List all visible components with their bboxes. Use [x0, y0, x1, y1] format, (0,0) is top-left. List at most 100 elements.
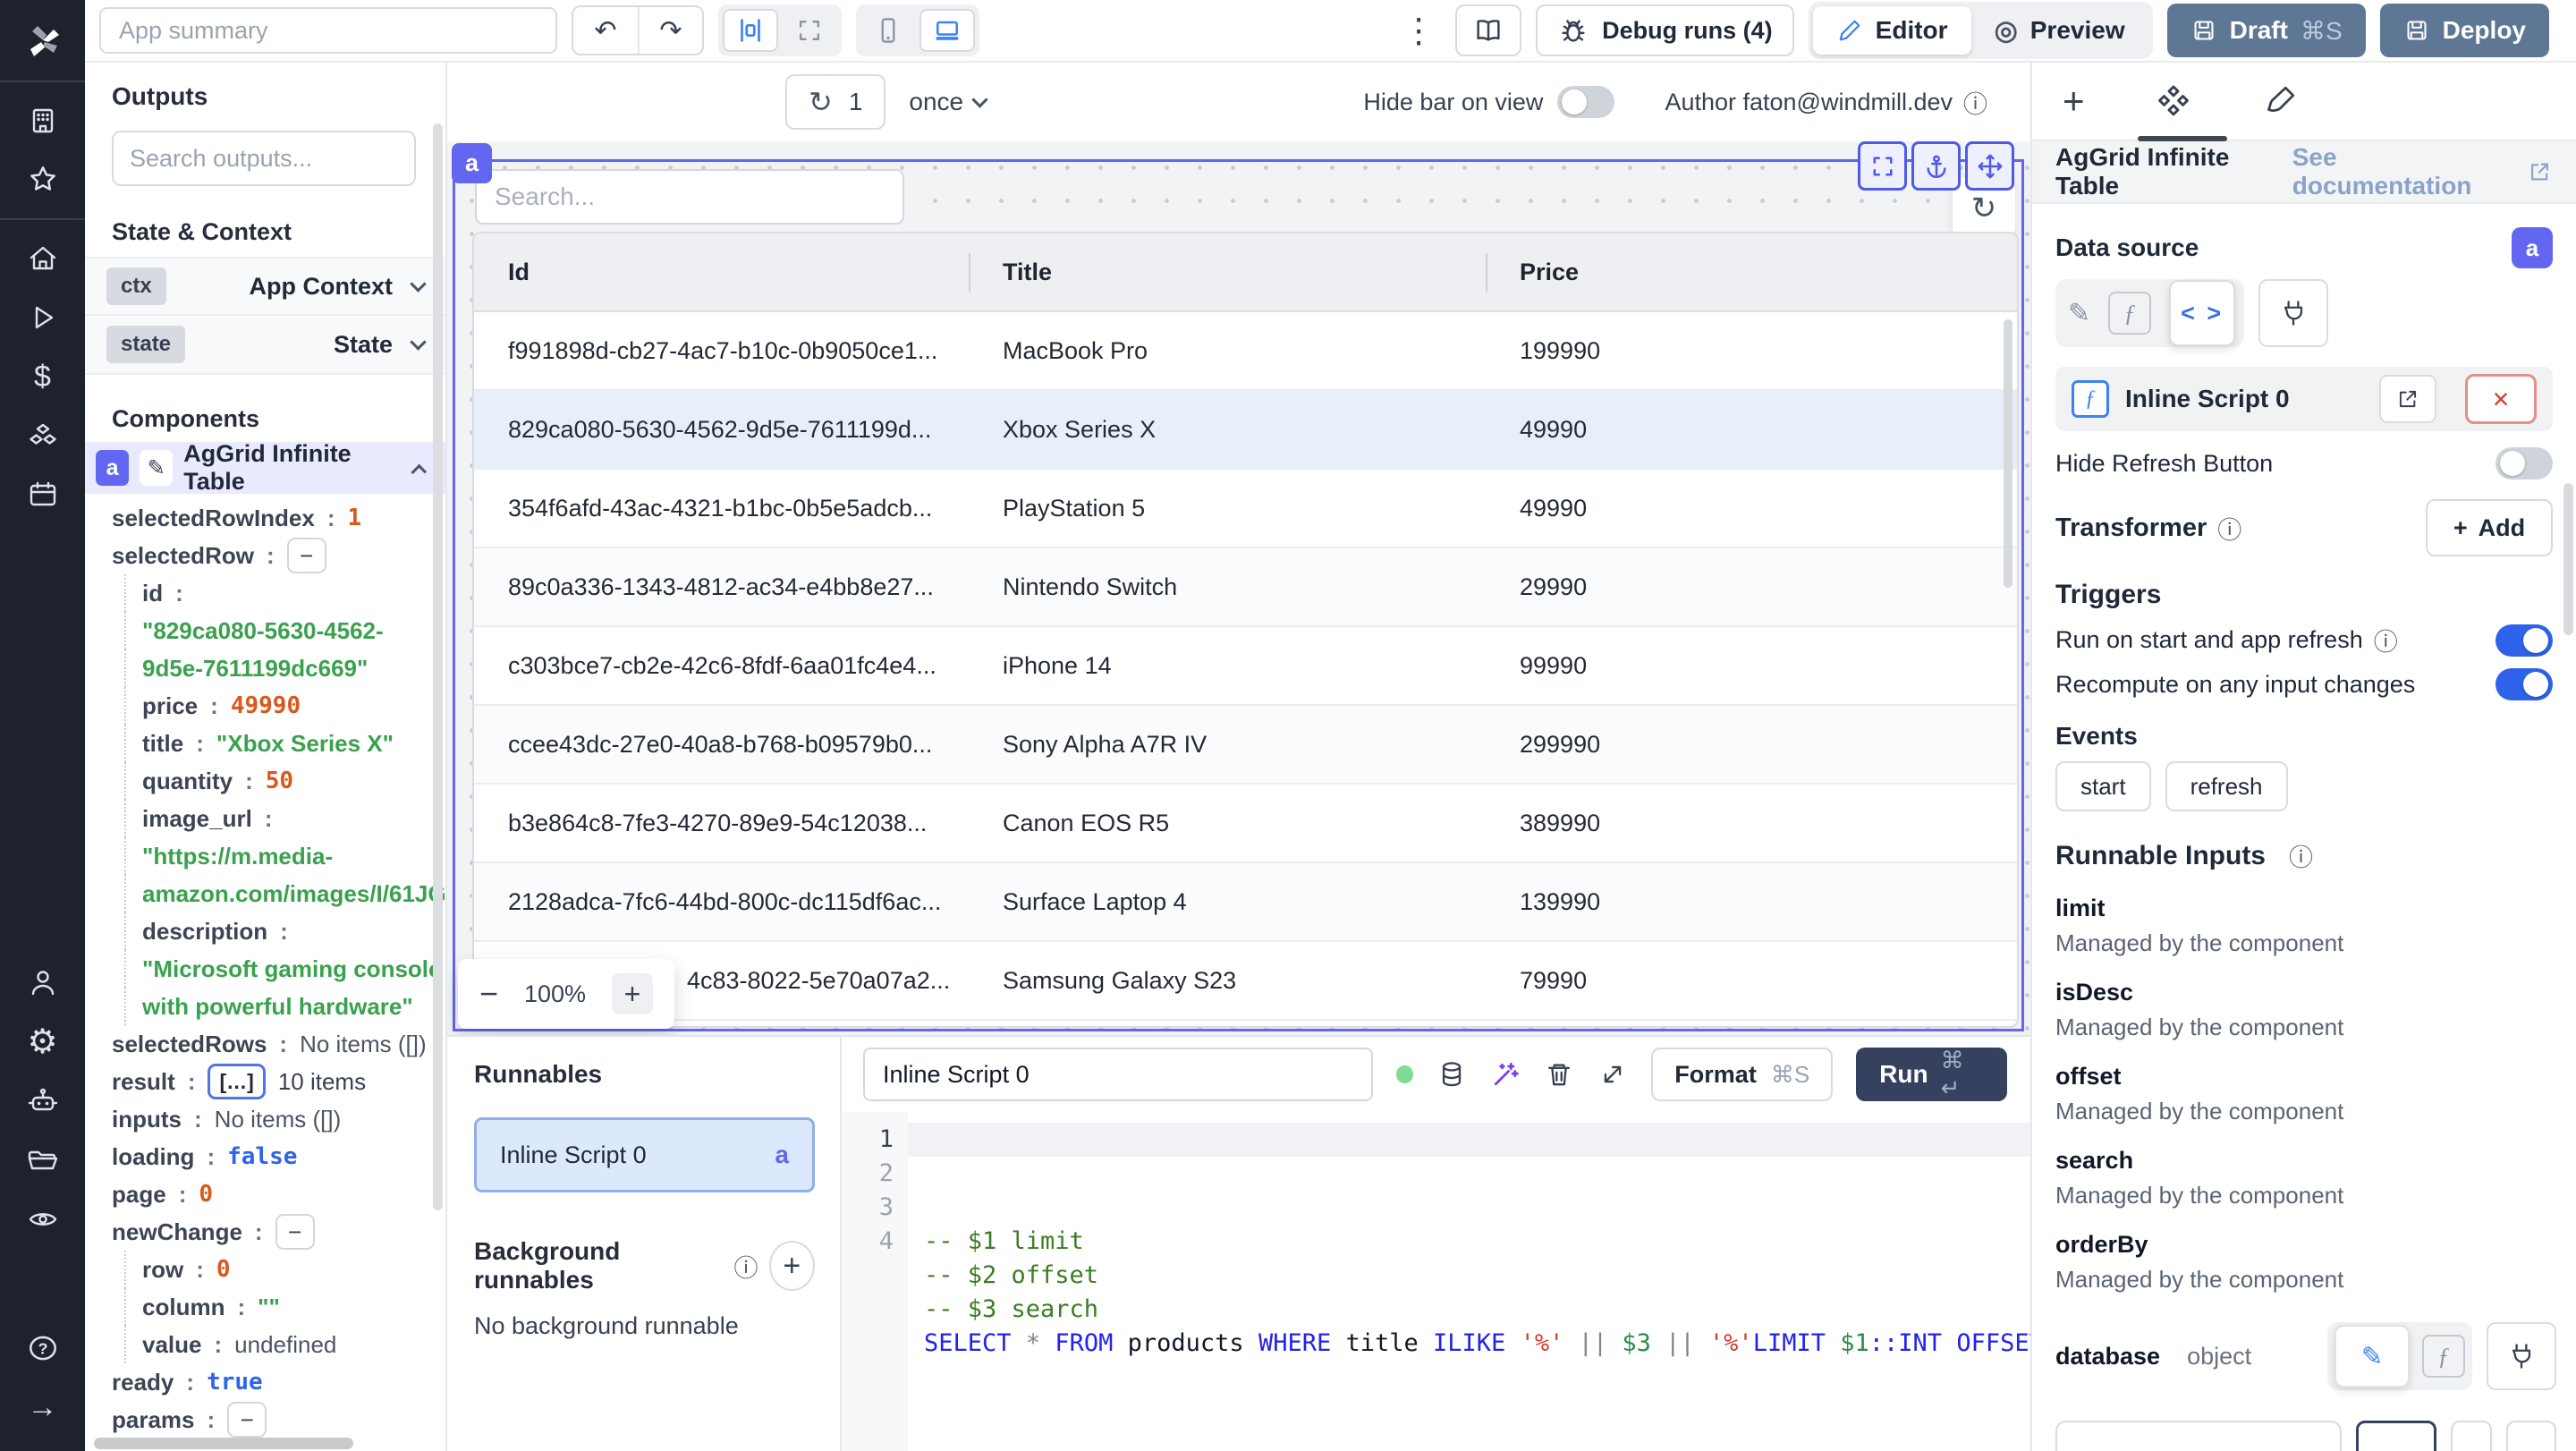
fullwidth-layout-button[interactable] — [782, 9, 837, 52]
database-value-input[interactable] — [2055, 1421, 2342, 1451]
desktop-view-button[interactable] — [919, 9, 975, 52]
tab-preview[interactable]: ◎ Preview — [1971, 6, 2148, 55]
table-row[interactable]: 89c0a336-1343-4812-ac34-e4bb8e27... Ninte… — [474, 548, 2017, 627]
output-tree-row[interactable]: description: — [124, 912, 445, 950]
output-tree-row[interactable]: "829ca080-5630-4562- — [124, 612, 445, 649]
zoom-out-button[interactable]: − — [479, 975, 498, 1013]
run-button[interactable]: Run ⌘ ↵ — [1856, 1047, 2007, 1101]
component-canvas-badge[interactable]: a — [452, 143, 492, 183]
inline-code-icon[interactable]: < > — [2169, 280, 2236, 346]
code-line[interactable]: SELECT * FROM products WHERE title ILIKE… — [908, 1327, 2030, 1361]
output-tree-row[interactable]: "https://m.media- — [124, 837, 445, 875]
aggrid-component[interactable]: ↻ Id Title Price f991898d-cb27-4ac7-b10c… — [453, 159, 2024, 1031]
output-tree-row[interactable]: amazon.com/images/I/61JGKho — [124, 875, 445, 912]
column-header-title[interactable]: Title — [969, 233, 1486, 310]
database-option-selected[interactable] — [2356, 1421, 2436, 1451]
table-row[interactable]: f991898d-cb27-4ac7-b10c-0b9050ce1... MacB… — [474, 312, 2017, 391]
deploy-button[interactable]: Deploy — [2379, 4, 2549, 57]
output-tree-row[interactable]: selectedRows: No items ([]) — [112, 1025, 445, 1063]
table-row[interactable]: ccee43dc-27e0-40a8-b768-b09579b0... Sony … — [474, 706, 2017, 785]
recompute-toggle[interactable] — [2496, 668, 2553, 700]
output-tree-row[interactable]: loading: false — [112, 1138, 445, 1175]
output-tree-row[interactable]: 9d5e-7611199dc669" — [124, 649, 445, 687]
settings-gear-icon[interactable]: ⚙ — [21, 1020, 65, 1065]
state-row[interactable]: state State — [85, 316, 445, 375]
output-tree-row[interactable]: title: "Xbox Series X" — [124, 725, 445, 762]
collapse-chip[interactable]: − — [227, 1402, 267, 1438]
output-tree-row[interactable]: inputs: No items ([]) — [112, 1100, 445, 1138]
debug-runs-button[interactable]: Debug runs (4) — [1536, 4, 1794, 56]
runnable-item-inline-script-0[interactable]: Inline Script 0 a — [474, 1117, 815, 1192]
template-function-icon[interactable]: ƒ — [2108, 292, 2152, 335]
run-on-start-toggle[interactable] — [2496, 624, 2553, 657]
component-expand-button[interactable] — [1858, 141, 1907, 191]
runs-icon[interactable] — [21, 295, 65, 340]
table-row[interactable]: b3e864c8-7fe3-4270-89e9-54c12038... Canon… — [474, 785, 2017, 863]
delete-trash-icon[interactable] — [1544, 1058, 1574, 1090]
column-header-id[interactable]: Id — [474, 233, 969, 310]
static-pencil-icon[interactable]: ✎ — [2068, 298, 2090, 329]
collapse-sidebar-icon[interactable]: → — [21, 1385, 65, 1430]
outputs-horizontal-scrollbar[interactable] — [94, 1438, 353, 1449]
output-tree-row[interactable]: value: undefined — [124, 1326, 445, 1363]
code-line[interactable]: -- $3 search — [908, 1293, 2030, 1327]
folders-icon[interactable] — [21, 1138, 65, 1183]
collapse-chip[interactable]: − — [275, 1214, 315, 1250]
audit-eye-icon[interactable] — [21, 1197, 65, 1242]
workers-robot-icon[interactable] — [21, 1079, 65, 1124]
output-tree-row[interactable]: result: […] 10 items — [112, 1063, 445, 1100]
table-row[interactable]: 4c83-8022-5e70a07a2... Samsung Galaxy S23… — [474, 942, 2017, 1021]
output-tree-row[interactable]: params: − — [112, 1401, 445, 1438]
table-search-input[interactable] — [475, 169, 904, 225]
table-scrollbar[interactable] — [2004, 319, 2012, 588]
favorites-star-icon[interactable] — [21, 157, 65, 202]
connect-plug-button[interactable] — [2487, 1322, 2556, 1390]
code-line[interactable]: -- $1 limit — [908, 1225, 2030, 1259]
info-icon[interactable]: ⓘ — [2374, 623, 2398, 658]
app-summary-input[interactable] — [99, 7, 557, 54]
home-icon[interactable] — [21, 236, 65, 281]
output-tree-row[interactable]: quantity:50 — [124, 762, 445, 800]
hide-bar-toggle[interactable] — [1557, 86, 1615, 118]
see-documentation-link[interactable]: See documentation — [2292, 143, 2516, 200]
output-tree-row[interactable]: selectedRow: − — [112, 537, 445, 574]
output-tree-row[interactable]: id: — [124, 574, 445, 612]
expand-editor-icon[interactable] — [1597, 1058, 1628, 1090]
more-menu-icon[interactable]: ⋮ — [1396, 11, 1441, 51]
windmill-logo-icon[interactable] — [21, 20, 65, 64]
app-canvas[interactable]: a ↻ Id Title Price f991898d-cb27-4ac7-b1… — [447, 141, 2030, 1035]
connect-plug-button[interactable] — [2258, 279, 2329, 347]
external-link-icon[interactable] — [2527, 158, 2553, 185]
rename-pencil-icon[interactable]: ✎ — [140, 450, 174, 486]
open-script-button[interactable] — [2379, 375, 2436, 423]
column-header-price[interactable]: Price — [1486, 233, 2017, 310]
hide-refresh-toggle[interactable] — [2496, 447, 2553, 479]
undo-button[interactable]: ↶ — [573, 7, 638, 54]
output-tree-row[interactable]: image_url: — [124, 800, 445, 837]
expand-array-chip[interactable]: […] — [208, 1064, 266, 1099]
docs-book-button[interactable] — [1455, 4, 1522, 56]
table-row[interactable]: 829ca080-5630-4562-9d5e-7611199d... Xbox … — [474, 391, 2017, 470]
tab-styling-brush[interactable] — [2262, 83, 2298, 119]
schedules-icon[interactable] — [21, 472, 65, 517]
tab-component-settings[interactable] — [2155, 82, 2192, 120]
output-tree-row[interactable]: with powerful hardware" — [124, 988, 445, 1025]
component-row-aggrid[interactable]: a ✎ AgGrid Infinite Table — [85, 440, 445, 495]
code-area[interactable]: -- $1 limit -- $2 offset -- $3 search SELEC… — [908, 1112, 2030, 1451]
format-button[interactable]: Format ⌘S — [1651, 1048, 1834, 1101]
output-tree-row[interactable]: row:0 — [124, 1251, 445, 1288]
workspace-icon[interactable] — [21, 98, 65, 143]
event-chip[interactable]: refresh — [2165, 761, 2288, 811]
refresh-count-box[interactable]: ↻ 1 — [785, 74, 886, 130]
info-icon[interactable]: ⓘ — [734, 1249, 758, 1284]
collapse-chip[interactable]: − — [286, 538, 326, 573]
add-transformer-button[interactable]: + Add — [2426, 499, 2553, 556]
info-icon[interactable]: ⓘ — [2289, 838, 2313, 873]
mobile-view-button[interactable] — [860, 9, 916, 52]
redo-button[interactable]: ↷ — [638, 7, 702, 54]
zoom-in-button[interactable]: + — [612, 973, 653, 1014]
resources-icon[interactable] — [21, 413, 65, 458]
static-pencil-icon[interactable]: ✎ — [2334, 1325, 2410, 1387]
output-tree-row[interactable]: selectedRowIndex:1 — [112, 499, 445, 537]
output-tree-row[interactable]: "Microsoft gaming console — [124, 950, 445, 988]
